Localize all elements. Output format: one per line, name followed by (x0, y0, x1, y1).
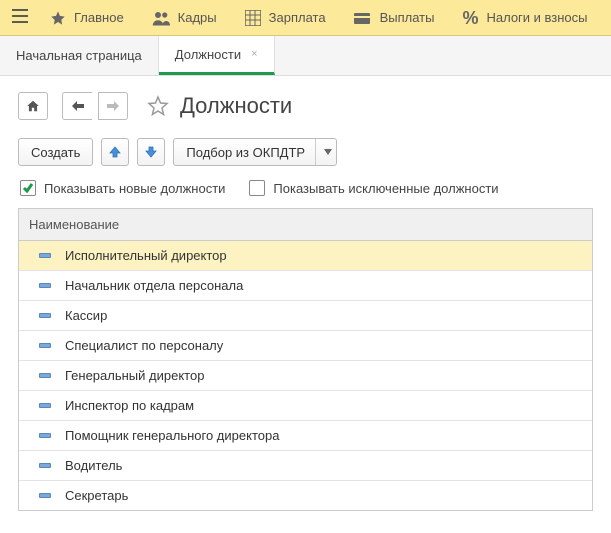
menu-label: Главное (74, 10, 124, 25)
checkbox-show-excluded[interactable] (249, 180, 265, 196)
home-button[interactable] (18, 92, 48, 120)
top-menu-bar: Главное Кадры Зарплата Выплаты % Налоги … (0, 0, 611, 36)
row-item-icon (39, 313, 51, 318)
menu-payments[interactable]: Выплаты (340, 0, 449, 35)
tab-label: Должности (175, 47, 241, 62)
row-name: Исполнительный директор (65, 248, 227, 263)
row-name: Водитель (65, 458, 122, 473)
row-name: Кассир (65, 308, 107, 323)
table-row[interactable]: Генеральный директор (19, 361, 592, 391)
close-icon[interactable]: × (251, 49, 257, 60)
row-item-icon (39, 463, 51, 468)
filter-row: Показывать новые должности Показывать ис… (18, 180, 593, 196)
table-row[interactable]: Водитель (19, 451, 592, 481)
table-header[interactable]: Наименование (19, 209, 592, 241)
filter-label: Показывать новые должности (44, 181, 225, 196)
row-name: Инспектор по кадрам (65, 398, 194, 413)
row-name: Начальник отдела персонала (65, 278, 243, 293)
button-label: Подбор из ОКПДТР (186, 145, 305, 160)
row-item-icon (39, 253, 51, 258)
row-name: Генеральный директор (65, 368, 204, 383)
row-item-icon (39, 493, 51, 498)
back-button[interactable] (62, 92, 92, 120)
positions-table: Наименование Исполнительный директор Нача… (18, 208, 593, 511)
percent-icon: % (462, 9, 478, 27)
favorite-star-icon[interactable] (146, 94, 170, 118)
table-row[interactable]: Помощник генерального директора (19, 421, 592, 451)
menu-label: Выплаты (380, 10, 435, 25)
hamburger-menu-icon[interactable] (8, 9, 36, 26)
menu-label: Налоги и взносы (486, 10, 587, 25)
move-up-button[interactable] (101, 138, 129, 166)
filter-show-new: Показывать новые должности (20, 180, 225, 196)
tab-positions[interactable]: Должности × (159, 36, 275, 75)
row-item-icon (39, 373, 51, 378)
table-row[interactable]: Начальник отдела персонала (19, 271, 592, 301)
row-item-icon (39, 343, 51, 348)
row-item-icon (39, 283, 51, 288)
filter-show-excluded: Показывать исключенные должности (249, 180, 498, 196)
forward-button[interactable] (98, 92, 128, 120)
toolbar: Создать Подбор из ОКПДТР (18, 138, 593, 166)
tab-start-page[interactable]: Начальная страница (0, 36, 159, 75)
chevron-down-icon (315, 139, 332, 165)
menu-label: Зарплата (269, 10, 326, 25)
tab-label: Начальная страница (16, 48, 142, 63)
menu-personnel[interactable]: Кадры (138, 0, 231, 35)
menu-label: Кадры (178, 10, 217, 25)
nav-row: Должности (18, 92, 593, 120)
row-name: Секретарь (65, 488, 128, 503)
menu-taxes[interactable]: % Налоги и взносы (448, 0, 601, 35)
menu-main[interactable]: Главное (36, 0, 138, 35)
checkbox-show-new[interactable] (20, 180, 36, 196)
move-down-button[interactable] (137, 138, 165, 166)
create-button[interactable]: Создать (18, 138, 93, 166)
filter-label: Показывать исключенные должности (273, 181, 498, 196)
table-row[interactable]: Исполнительный директор (19, 241, 592, 271)
row-item-icon (39, 433, 51, 438)
okpdtr-dropdown-button[interactable]: Подбор из ОКПДТР (173, 138, 337, 166)
table-row[interactable]: Инспектор по кадрам (19, 391, 592, 421)
row-item-icon (39, 403, 51, 408)
table-row[interactable]: Специалист по персоналу (19, 331, 592, 361)
page-title: Должности (180, 93, 292, 119)
row-name: Специалист по персоналу (65, 338, 223, 353)
content-area: Должности Создать Подбор из ОКПДТР Показ… (0, 76, 611, 527)
table-row[interactable]: Секретарь (19, 481, 592, 511)
menu-salary[interactable]: Зарплата (231, 0, 340, 35)
tab-strip: Начальная страница Должности × (0, 36, 611, 76)
table-row[interactable]: Кассир (19, 301, 592, 331)
row-name: Помощник генерального директора (65, 428, 279, 443)
